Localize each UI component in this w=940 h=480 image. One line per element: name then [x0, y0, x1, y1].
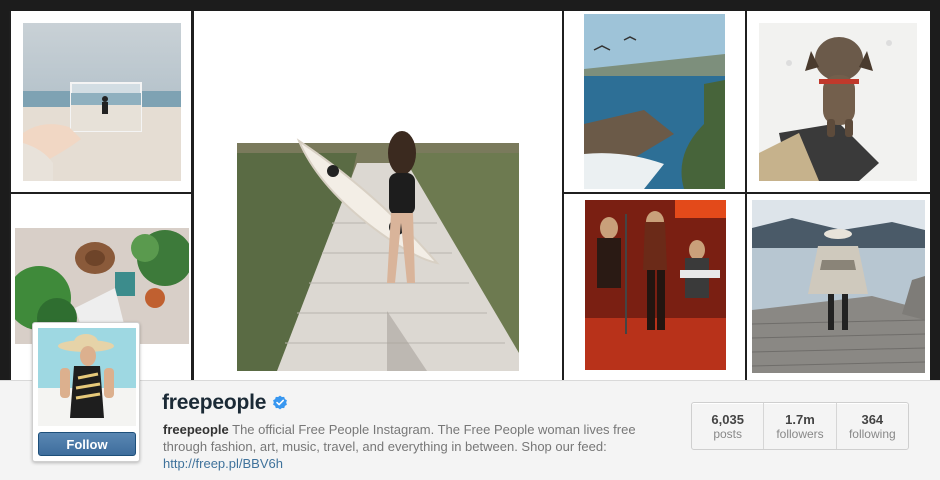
stat-label: posts [713, 426, 742, 441]
profile-stats: 6,035 posts 1.7m followers 364 following [691, 402, 909, 450]
bio-username: freepeople [163, 422, 229, 437]
profile-page: Follow freepeople freepeople The officia… [0, 0, 940, 480]
stat-value: 364 [861, 411, 884, 427]
photo-image [584, 14, 725, 189]
photo-tile-puppy[interactable] [747, 11, 930, 192]
stat-followers[interactable]: 1.7m followers [764, 403, 837, 449]
photo-tile-band[interactable] [564, 194, 745, 380]
profile-card: Follow [32, 322, 140, 462]
stat-label: followers [776, 426, 824, 441]
profile-bio: freepeople The official Free People Inst… [163, 421, 673, 472]
photo-image [237, 23, 519, 371]
photo-tile-beach-polaroid[interactable] [11, 11, 191, 192]
photo-tile-dock[interactable] [747, 194, 930, 380]
photo-image [759, 23, 917, 181]
stat-posts[interactable]: 6,035 posts [692, 403, 765, 449]
photo-image [752, 200, 925, 373]
bio-text: The official Free People Instagram. The … [163, 422, 636, 454]
bio-link[interactable]: http://freep.pl/BBV6h [163, 456, 283, 471]
profile-username: freepeople [162, 391, 267, 414]
photo-grid [9, 11, 930, 380]
stat-value: 1.7m [785, 411, 815, 427]
photo-tile-coast[interactable] [564, 11, 745, 192]
stat-following[interactable]: 364 following [837, 403, 908, 449]
photo-image [23, 23, 181, 181]
verified-badge-icon [273, 395, 288, 410]
username-row: freepeople [162, 391, 288, 415]
photo-image [585, 200, 726, 370]
stat-label: following [848, 426, 896, 441]
stat-value: 6,035 [711, 411, 744, 427]
follow-button[interactable]: Follow [38, 432, 136, 456]
photo-tile-surfer[interactable] [194, 11, 562, 380]
avatar[interactable] [38, 328, 136, 426]
